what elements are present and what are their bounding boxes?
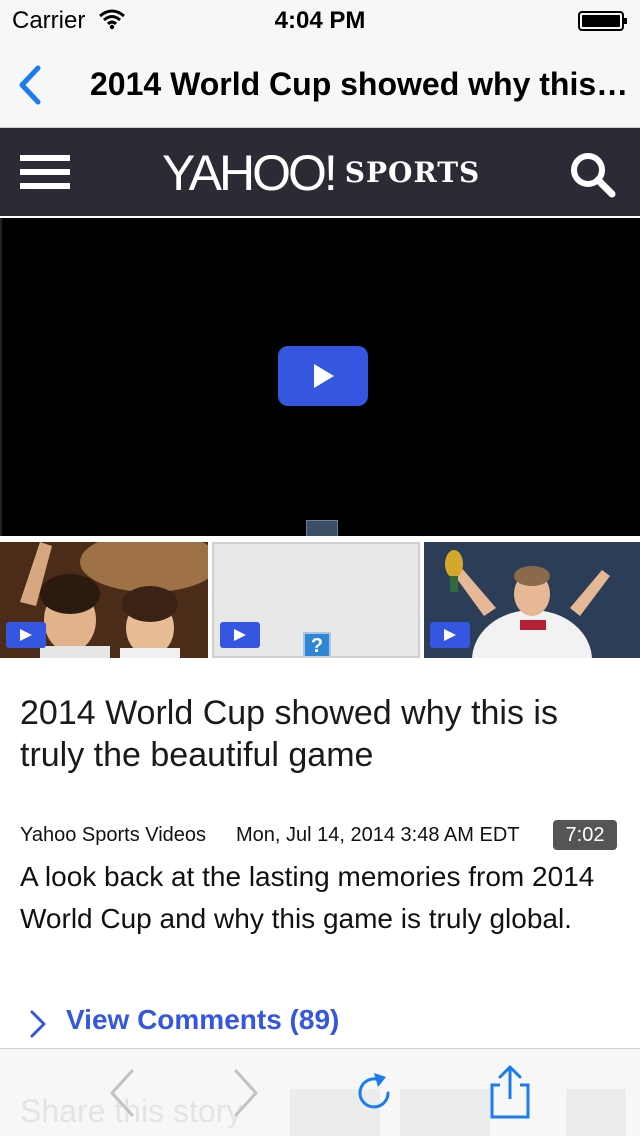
video-thumbnail-fans[interactable] [0, 542, 208, 658]
video-play-button[interactable] [278, 346, 368, 406]
video-thumbnail-trophy[interactable] [424, 538, 640, 658]
play-icon [234, 629, 246, 641]
article-title: 2014 World Cup showed why this is truly … [20, 694, 558, 774]
play-icon [314, 364, 334, 388]
play-icon [20, 629, 32, 641]
video-duration-badge: 7:02 [553, 820, 617, 850]
thumbnail-play-button[interactable] [430, 622, 470, 648]
article-summary: A look back at the lasting memories from… [20, 861, 595, 934]
yahoo-logo-word: YAHOO! [162, 145, 338, 201]
battery-icon [578, 11, 627, 31]
yahoo-sports-header: YAHOO! SPORTS [0, 128, 640, 216]
ghost-share-button [566, 1089, 626, 1136]
video-thumbnail-missing[interactable]: ? [212, 542, 420, 658]
article-date: Mon, Jul 14, 2014 3:48 AM EDT [236, 824, 520, 846]
browser-toolbar: Share this story [0, 1048, 640, 1136]
play-icon [444, 629, 456, 641]
hamburger-menu-icon[interactable] [20, 155, 70, 191]
nav-title: 2014 World Cup showed why this is truly … [90, 66, 630, 102]
view-comments-label: View Comments (89) [66, 1004, 340, 1035]
search-icon[interactable] [568, 150, 618, 200]
chevron-right-icon [30, 1010, 46, 1038]
back-arrow-icon[interactable] [96, 1067, 148, 1119]
back-chevron-icon[interactable] [12, 62, 48, 108]
status-bar: Carrier 4:04 PM [0, 0, 640, 40]
video-broken-image-icon [306, 520, 338, 536]
broken-image-icon: ? [303, 632, 331, 656]
thumbnail-play-button[interactable] [6, 622, 46, 648]
article-meta: Yahoo Sports Videos Mon, Jul 14, 2014 3:… [20, 820, 630, 852]
navigation-bar: 2014 World Cup showed why this is truly … [0, 40, 640, 128]
ghost-share-button [400, 1089, 490, 1136]
reload-icon[interactable] [348, 1067, 400, 1119]
yahoo-sports-logo[interactable]: YAHOO! SPORTS [162, 144, 481, 201]
video-thumbnail-strip: ? [0, 538, 640, 658]
video-player[interactable] [0, 218, 640, 536]
article-source: Yahoo Sports Videos [20, 824, 207, 846]
yahoo-logo-section: SPORTS [344, 156, 481, 189]
share-icon[interactable] [484, 1063, 536, 1121]
thumbnail-play-button[interactable] [220, 622, 260, 648]
forward-arrow-icon[interactable] [220, 1067, 272, 1119]
status-time: 4:04 PM [274, 7, 366, 34]
